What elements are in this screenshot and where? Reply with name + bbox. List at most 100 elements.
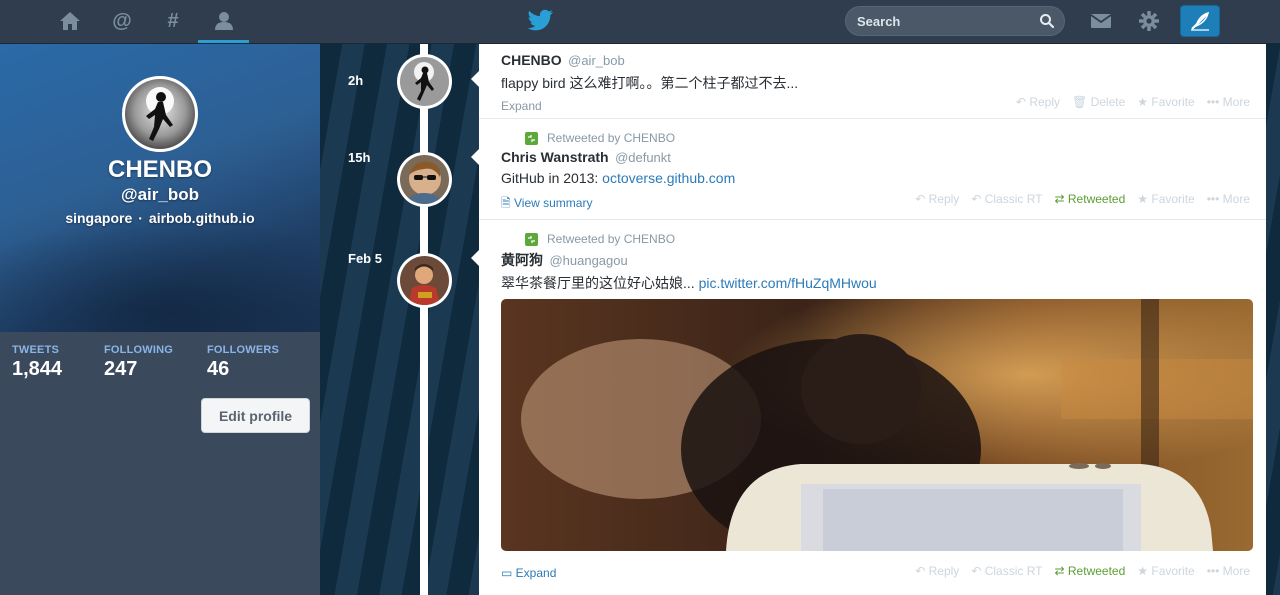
tweet-caret — [471, 71, 479, 87]
tweet-author-name[interactable]: 黄阿狗 — [501, 252, 543, 268]
retweeted-by-label[interactable]: Retweeted by CHENBO — [547, 232, 675, 246]
retweet-context: Retweeted by CHENBO — [525, 232, 877, 246]
classic-rt-button[interactable]: ↶ Classic RT — [971, 192, 1042, 206]
delete-button[interactable]: 🗑︎ Delete — [1072, 95, 1125, 109]
profile-meta: singapore · airbob.github.io — [0, 210, 320, 226]
compose-tweet-button[interactable] — [1180, 5, 1220, 37]
expand-label: Expand — [515, 566, 557, 580]
tweet-author-name[interactable]: Chris Wanstrath — [501, 149, 609, 165]
stat-tweets[interactable]: TWEETS 1,844 — [12, 344, 62, 381]
tweet-avatar[interactable] — [397, 54, 452, 109]
favorite-label: Favorite — [1151, 564, 1195, 578]
tweet-photo[interactable] — [501, 299, 1253, 551]
retweeted-label: Retweeted — [1067, 564, 1126, 578]
tweet-actions: ↶ Reply ↶ Classic RT ⇄ Retweeted ★ Favor… — [915, 564, 1250, 578]
messages-envelope-icon[interactable] — [1088, 8, 1114, 34]
tweet-time[interactable]: 2h — [348, 73, 363, 88]
profile-card: CHENBO @air_bob singapore · airbob.github.… — [0, 44, 320, 595]
retweet-icon — [525, 131, 538, 145]
favorite-label: Favorite — [1151, 95, 1195, 109]
more-label: More — [1222, 95, 1250, 109]
classic-rt-button[interactable]: ↶ Classic RT — [971, 564, 1042, 578]
retweeted-button[interactable]: ⇄ Retweeted — [1055, 192, 1126, 206]
profile-website-link[interactable]: airbob.github.io — [149, 210, 255, 226]
reply-label: Reply — [928, 192, 960, 206]
tweet-author-name[interactable]: CHENBO — [501, 52, 562, 68]
tweet-actions: ↶ Reply 🗑︎ Delete ★ Favorite ••• More — [1016, 95, 1250, 109]
retweeted-label: Retweeted — [1067, 192, 1126, 206]
twitter-bird-icon[interactable] — [527, 9, 554, 33]
favorite-label: Favorite — [1151, 192, 1195, 206]
expand-link[interactable]: Expand — [501, 99, 798, 113]
favorite-button[interactable]: ★ Favorite — [1137, 192, 1194, 206]
retweet-context: Retweeted by CHENBO — [525, 131, 735, 145]
view-summary-link[interactable]: 🗎︎ View summary — [501, 194, 735, 215]
view-summary-label: View summary — [513, 196, 593, 210]
reply-button[interactable]: ↶ Reply — [915, 192, 959, 206]
search-box[interactable] — [845, 6, 1065, 36]
tweet-avatar[interactable] — [397, 253, 452, 308]
discover-hash-icon[interactable]: # — [160, 8, 186, 34]
top-navigation-bar: @ # — [0, 0, 1280, 44]
more-button[interactable]: ••• More — [1207, 95, 1250, 109]
retweet-icon — [525, 232, 538, 246]
connect-at-icon[interactable]: @ — [109, 8, 135, 34]
stat-label: FOLLOWING — [104, 344, 174, 356]
stat-label: TWEETS — [12, 344, 60, 356]
stat-following[interactable]: FOLLOWING 247 — [104, 344, 173, 381]
expand-link[interactable]: ▭ Expand — [501, 566, 556, 580]
search-icon[interactable] — [1039, 13, 1055, 29]
reply-button[interactable]: ↶ Reply — [1016, 95, 1060, 109]
retweeted-by-label[interactable]: Retweeted by CHENBO — [547, 131, 675, 145]
stat-value: 46 — [207, 358, 230, 380]
retweeted-button[interactable]: ⇄ Retweeted — [1055, 564, 1126, 578]
reply-button[interactable]: ↶ Reply — [915, 564, 959, 578]
profile-name[interactable]: CHENBO — [0, 156, 320, 184]
tweet-text: 翠华茶餐厅里的这位好心姑娘... pic.twitter.com/fHuZqMH… — [501, 273, 877, 293]
reply-label: Reply — [1029, 95, 1060, 109]
tweet-item[interactable]: Retweeted by CHENBO Chris Wanstrath @def… — [471, 119, 1266, 220]
classic-rt-label: Classic RT — [984, 564, 1043, 578]
more-button[interactable]: ••• More — [1207, 564, 1250, 578]
tweet-author-handle[interactable]: @huangagou — [549, 253, 627, 268]
home-icon[interactable] — [57, 8, 83, 34]
timeline-line — [420, 44, 428, 595]
tweet-text-body: 翠华茶餐厅里的这位好心姑娘... — [501, 275, 699, 291]
tweet-stream: CHENBO @air_bob flappy bird 这么难打啊。。第二个柱子… — [471, 44, 1266, 595]
settings-gear-icon[interactable] — [1136, 8, 1162, 34]
tweet-author-handle[interactable]: @air_bob — [568, 53, 625, 68]
me-profile-icon[interactable] — [211, 8, 237, 34]
tweet-item[interactable]: Retweeted by CHENBO 黄阿狗 @huangagou 翠华茶餐厅… — [471, 220, 1266, 595]
meta-separator: · — [138, 210, 143, 226]
tweet-caret — [471, 149, 479, 165]
active-tab-indicator — [198, 40, 249, 43]
tweet-caret — [471, 250, 479, 266]
profile-handle: @air_bob — [121, 185, 199, 204]
tweet-link[interactable]: pic.twitter.com/fHuZqMHwou — [699, 275, 877, 291]
stat-value: 1,844 — [12, 358, 63, 380]
classic-rt-label: Classic RT — [984, 192, 1043, 206]
more-label: More — [1222, 192, 1250, 206]
stat-followers[interactable]: FOLLOWERS 46 — [207, 344, 279, 381]
compose-quill-icon — [1191, 11, 1210, 31]
tweet-author-handle[interactable]: @defunkt — [615, 150, 671, 165]
tweet-text: GitHub in 2013: octoverse.github.com — [501, 170, 735, 186]
more-button[interactable]: ••• More — [1207, 192, 1250, 206]
edit-profile-button[interactable]: Edit profile — [201, 398, 310, 433]
profile-location: singapore — [65, 210, 133, 226]
tweet-time[interactable]: Feb 5 — [348, 251, 382, 266]
reply-label: Reply — [928, 564, 960, 578]
tweet-text: flappy bird 这么难打啊。。第二个柱子都过不去... — [501, 75, 799, 91]
tweet-time[interactable]: 15h — [348, 150, 370, 165]
favorite-button[interactable]: ★ Favorite — [1137, 95, 1194, 109]
tweet-avatar[interactable] — [397, 152, 452, 207]
profile-avatar[interactable] — [122, 76, 198, 152]
more-label: More — [1222, 564, 1250, 578]
tweet-actions: ↶ Reply ↶ Classic RT ⇄ Retweeted ★ Favor… — [915, 192, 1250, 206]
search-input[interactable] — [846, 7, 1036, 35]
delete-label: Delete — [1090, 95, 1126, 109]
tweet-item[interactable]: CHENBO @air_bob flappy bird 这么难打啊。。第二个柱子… — [471, 44, 1266, 119]
tweet-text-body: GitHub in 2013: — [501, 170, 603, 186]
tweet-link[interactable]: octoverse.github.com — [602, 170, 735, 186]
favorite-button[interactable]: ★ Favorite — [1137, 564, 1194, 578]
